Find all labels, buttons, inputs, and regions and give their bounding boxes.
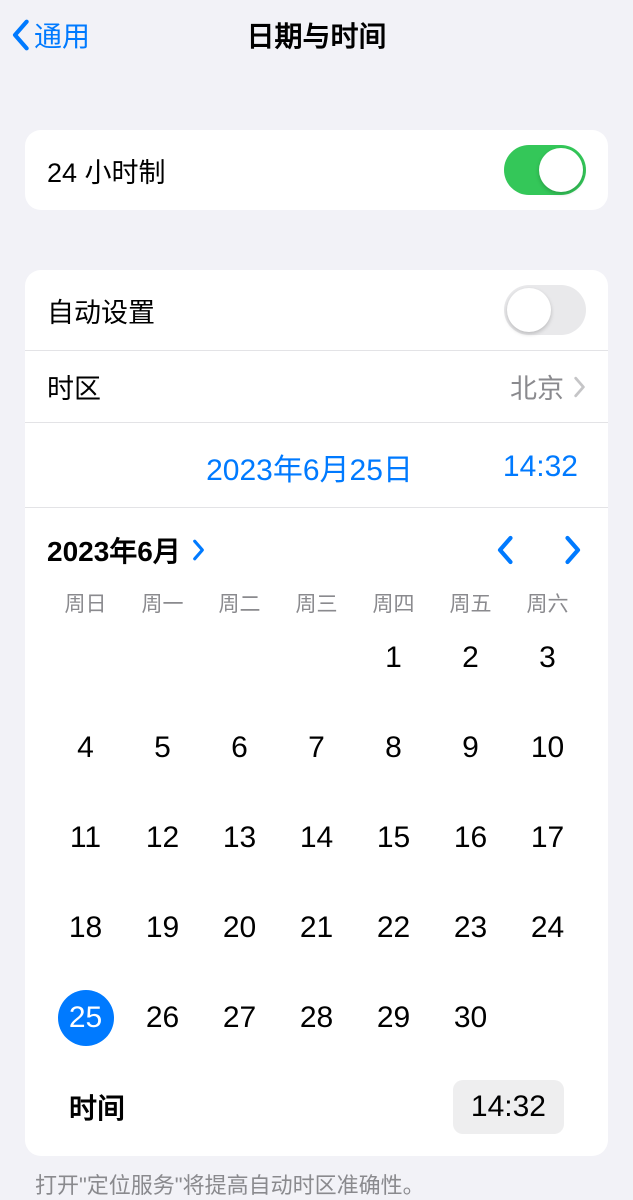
page-title: 日期与时间 [246,15,386,55]
day-number: 29 [377,1001,410,1035]
day-number: 20 [223,911,256,945]
day-cell[interactable]: 1 [355,630,432,686]
weekday-label: 周二 [201,588,278,618]
day-number: 26 [146,1001,179,1035]
day-cell[interactable]: 19 [124,900,201,956]
day-number: 10 [531,731,564,765]
time-picker-button[interactable]: 14:32 [453,1080,564,1134]
day-number: 16 [454,821,487,855]
day-cell[interactable]: 30 [432,990,509,1046]
day-number: 9 [462,731,479,765]
day-number: 12 [146,821,179,855]
day-number: 8 [385,731,402,765]
day-cell[interactable]: 29 [355,990,432,1046]
time-label: 时间 [69,1087,125,1127]
day-cell[interactable]: 10 [509,720,586,776]
day-cell[interactable]: 18 [47,900,124,956]
day-cell[interactable]: 3 [509,630,586,686]
day-number: 25 [58,990,114,1046]
day-number: 19 [146,911,179,945]
day-cell[interactable]: 9 [432,720,509,776]
weekday-label: 周四 [355,588,432,618]
day-number: 30 [454,1001,487,1035]
day-cell[interactable]: 6 [201,720,278,776]
day-number: 2 [462,641,479,675]
day-cell[interactable]: 13 [201,810,278,866]
day-cell[interactable]: 14 [278,810,355,866]
day-number: 3 [539,641,556,675]
day-number: 5 [154,731,171,765]
next-month-button[interactable] [558,531,586,569]
day-cell[interactable]: 2 [432,630,509,686]
day-cell[interactable]: 7 [278,720,355,776]
day-number: 21 [300,911,333,945]
day-cell-empty [278,630,355,686]
day-cell-empty [47,630,124,686]
day-cell[interactable]: 4 [47,720,124,776]
day-cell[interactable]: 11 [47,810,124,866]
day-cell[interactable]: 25 [47,990,124,1046]
day-number: 13 [223,821,256,855]
day-number: 11 [70,821,101,855]
day-number: 22 [377,911,410,945]
day-cell[interactable]: 20 [201,900,278,956]
timezone-label: 时区 [47,367,101,406]
weekday-label: 周三 [278,588,355,618]
auto-set-switch[interactable] [504,285,586,335]
day-cell[interactable]: 12 [124,810,201,866]
day-cell[interactable]: 22 [355,900,432,956]
month-label: 2023年6月 [47,530,181,570]
timezone-row[interactable]: 时区 北京 [25,350,608,422]
day-cell[interactable]: 16 [432,810,509,866]
weekday-label: 周六 [509,588,586,618]
weekday-label: 周日 [47,588,124,618]
chevron-right-icon [562,535,582,565]
day-number: 18 [69,911,102,945]
weekday-label: 周五 [432,588,509,618]
month-picker-button[interactable]: 2023年6月 [47,530,205,570]
day-number: 27 [223,1001,256,1035]
day-cell[interactable]: 8 [355,720,432,776]
day-cell[interactable]: 27 [201,990,278,1046]
day-cell[interactable]: 26 [124,990,201,1046]
day-number: 6 [231,731,248,765]
24h-format-label: 24 小时制 [47,151,166,190]
day-cell[interactable]: 28 [278,990,355,1046]
chevron-right-icon [572,376,586,398]
time-value: 14:32 [471,1090,546,1123]
chevron-left-icon [496,535,516,565]
day-cell-empty [201,630,278,686]
prev-month-button[interactable] [492,531,520,569]
day-cell[interactable]: 23 [432,900,509,956]
day-number: 23 [454,911,487,945]
day-number: 4 [77,731,94,765]
day-cell[interactable]: 17 [509,810,586,866]
back-label: 通用 [34,15,90,55]
day-number: 7 [308,731,325,765]
day-number: 1 [385,641,402,675]
selected-time-display[interactable]: 14:32 [503,450,578,484]
day-number: 14 [300,821,333,855]
auto-set-label: 自动设置 [47,291,155,330]
24h-format-switch[interactable] [504,145,586,195]
footer-note: 打开"定位服务"将提高自动时区准确性。 [35,1168,598,1200]
chevron-left-icon [10,18,30,52]
day-cell-empty [124,630,201,686]
selected-date-display[interactable]: 2023年6月25日 [206,445,413,489]
day-cell[interactable]: 24 [509,900,586,956]
back-button[interactable]: 通用 [10,15,90,55]
day-cell[interactable]: 5 [124,720,201,776]
day-number: 15 [377,821,410,855]
timezone-value: 北京 [510,367,564,406]
day-number: 28 [300,1001,333,1035]
day-cell[interactable]: 15 [355,810,432,866]
weekday-label: 周一 [124,588,201,618]
day-number: 24 [531,911,564,945]
chevron-right-icon [191,539,205,561]
day-number: 17 [531,821,564,855]
day-cell[interactable]: 21 [278,900,355,956]
